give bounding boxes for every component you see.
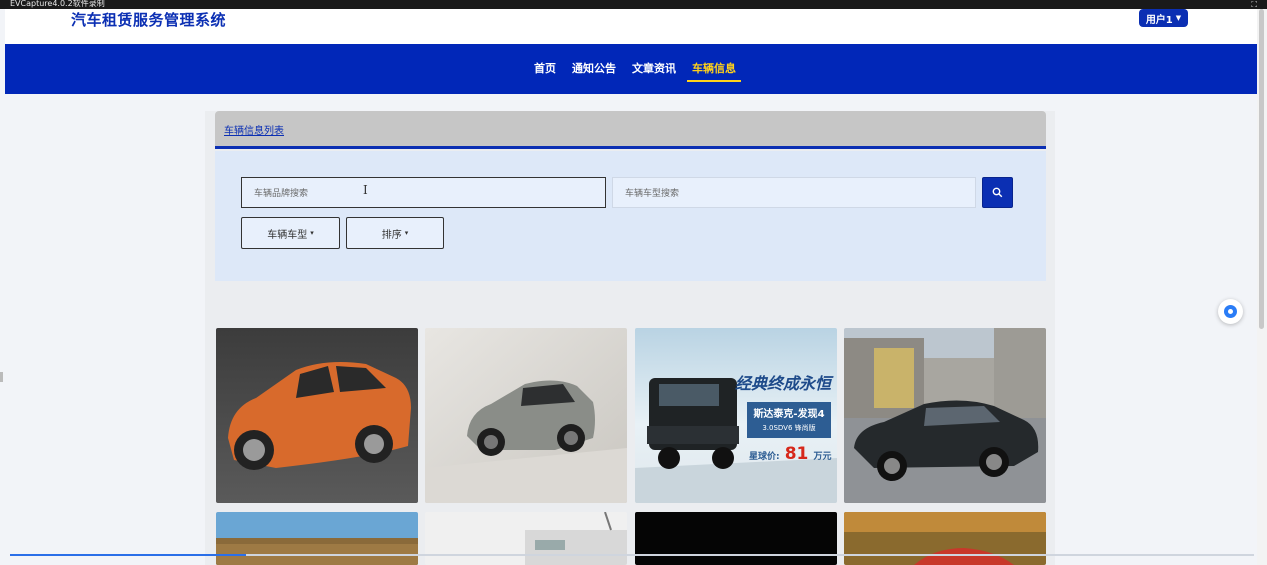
- vehicle-card[interactable]: 经典终成永恒 斯达泰克-发现4 3.0SDV6 锋尚版 星球价: 81 万元: [635, 328, 837, 503]
- vehicle-type-dropdown[interactable]: 车辆车型 ▾: [241, 217, 340, 249]
- car-image: [635, 512, 837, 565]
- vehicle-card[interactable]: [216, 512, 418, 565]
- caret-down-icon: ▼: [1175, 14, 1182, 22]
- brand-search-placeholder: 车辆品牌搜索: [254, 189, 309, 199]
- car-image: [216, 328, 418, 503]
- car-image: [216, 512, 418, 565]
- car-image: [844, 328, 1046, 503]
- nav-item-home[interactable]: 首页: [534, 61, 556, 80]
- car-image: [425, 328, 627, 503]
- expand-icon[interactable]: ⛶: [1251, 0, 1257, 9]
- model-search-input[interactable]: 车辆车型搜索: [612, 177, 976, 208]
- ad-spec: 3.0SDV6 锋尚版: [762, 424, 816, 432]
- vehicle-card[interactable]: [216, 328, 418, 503]
- car-image: [425, 512, 627, 565]
- text-cursor-icon: I: [363, 183, 368, 197]
- vehicle-type-label: 车辆车型: [267, 229, 308, 241]
- list-title[interactable]: 车辆信息列表: [224, 122, 284, 137]
- vertical-scrollbar[interactable]: [1257, 9, 1267, 565]
- user-menu-button[interactable]: 用户1 ▼: [1139, 9, 1188, 27]
- ad-model: 斯达泰克-发现4: [753, 409, 825, 420]
- caret-down-icon: ▾: [404, 229, 409, 237]
- search-button[interactable]: [982, 177, 1013, 208]
- capture-bar: EVCapture4.0.2软件录制 ⛶: [0, 0, 1267, 9]
- vehicle-card[interactable]: [425, 512, 627, 565]
- video-progress-bar[interactable]: [10, 554, 1254, 556]
- brand-search-input[interactable]: 车辆品牌搜索 I: [241, 177, 606, 208]
- chat-icon: [1224, 305, 1237, 318]
- model-search-placeholder: 车辆车型搜索: [625, 189, 680, 199]
- progress-fill: [10, 554, 247, 556]
- site-header: 汽车租赁服务管理系统 用户1 ▼: [5, 9, 1257, 44]
- ad-price-unit: 万元: [813, 452, 832, 462]
- main-nav: 首页 通知公告 文章资讯 车辆信息: [5, 44, 1257, 94]
- capture-title: EVCapture4.0.2软件录制: [10, 0, 105, 8]
- search-icon: [992, 187, 1003, 198]
- caret-down-icon: ▾: [310, 229, 314, 237]
- search-panel: 车辆品牌搜索 I 车辆车型搜索 车辆车型 ▾ 排序 ▾: [215, 151, 1046, 281]
- chat-float-button[interactable]: [1218, 299, 1243, 324]
- car-image: [844, 512, 1046, 565]
- ad-headline: 经典终成永恒: [734, 374, 831, 393]
- list-header: 车辆信息列表: [215, 111, 1046, 149]
- nav-item-notices[interactable]: 通知公告: [572, 61, 616, 80]
- scrollbar-thumb[interactable]: [1259, 9, 1264, 329]
- sort-label: 排序: [381, 229, 402, 241]
- ad-price-label: 星球价:: [749, 452, 780, 462]
- user-label: 用户1: [1145, 14, 1173, 26]
- vehicle-card[interactable]: [635, 512, 837, 565]
- nav-item-articles[interactable]: 文章资讯: [632, 61, 676, 80]
- vehicle-card[interactable]: [844, 328, 1046, 503]
- vehicle-card[interactable]: [844, 512, 1046, 565]
- vehicle-card[interactable]: [425, 328, 627, 503]
- site-title: 汽车租赁服务管理系统: [71, 11, 227, 29]
- ad-price-value: 81: [784, 444, 809, 464]
- nav-item-vehicles[interactable]: 车辆信息: [687, 61, 741, 82]
- sort-dropdown[interactable]: 排序 ▾: [346, 217, 444, 249]
- left-edge-marker: [0, 372, 3, 382]
